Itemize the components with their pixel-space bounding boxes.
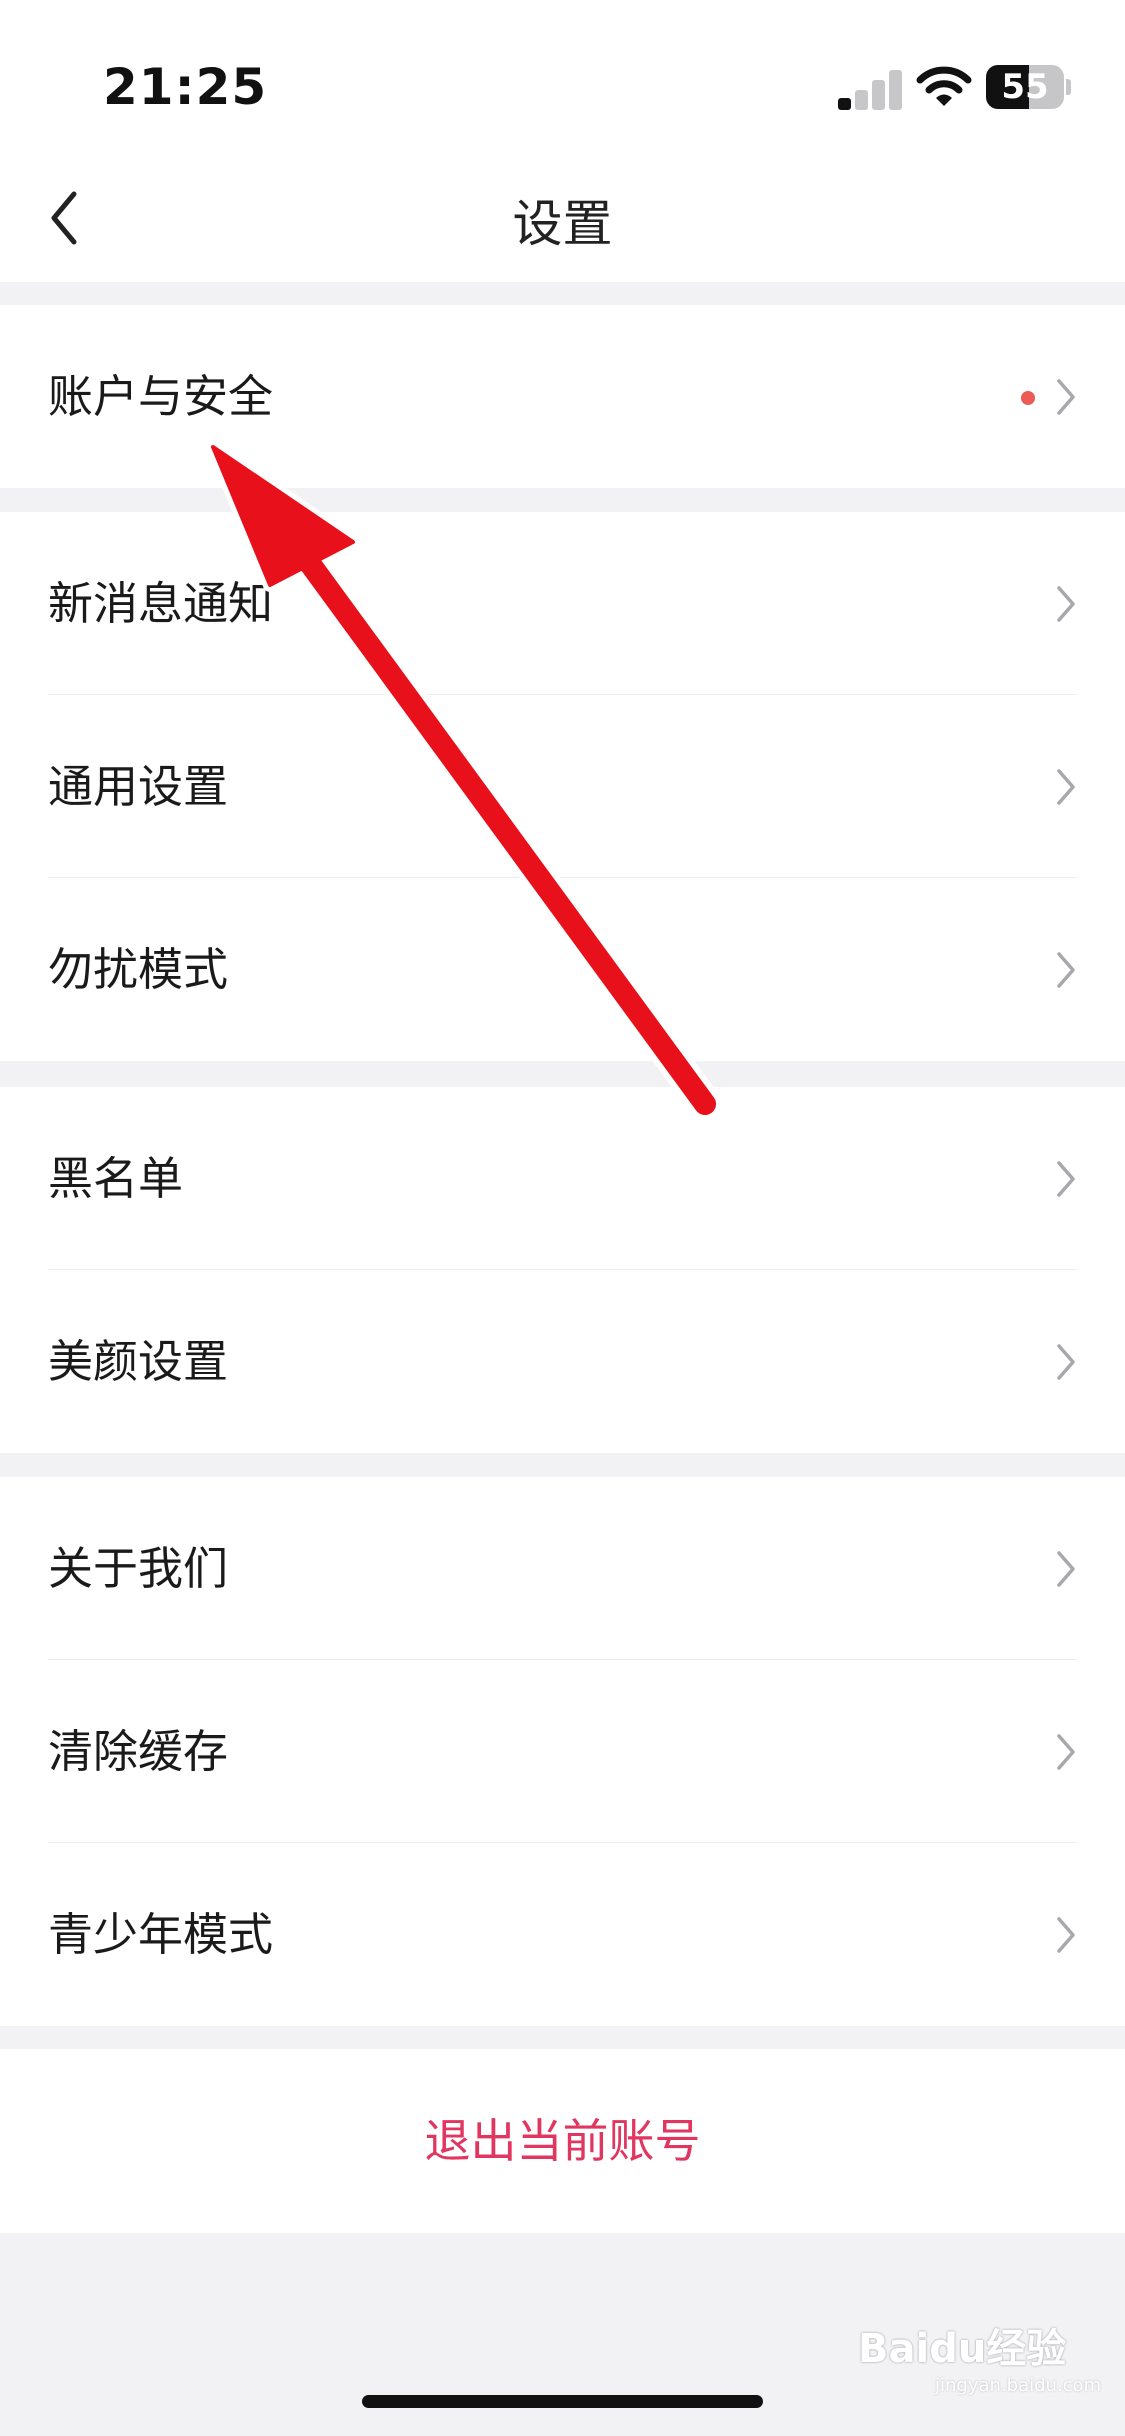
home-indicator[interactable] — [362, 2395, 763, 2408]
settings-item-label: 勿扰模式 — [48, 943, 229, 996]
settings-item-beauty-settings[interactable]: 美颜设置 — [0, 1270, 1125, 1453]
chevron-right-icon — [1057, 1161, 1075, 1197]
chevron-right-icon — [1057, 1917, 1075, 1953]
battery-icon: 55 — [986, 65, 1064, 109]
settings-item-label: 清除缓存 — [48, 1725, 229, 1778]
chevron-right-icon — [1057, 769, 1075, 805]
settings-group-about: 关于我们 清除缓存 青少年模式 — [0, 1477, 1125, 2026]
settings-item-teen-mode[interactable]: 青少年模式 — [0, 1843, 1125, 2026]
settings-item-label: 黑名单 — [48, 1152, 184, 1205]
notification-dot — [1021, 391, 1035, 405]
settings-item-general-settings[interactable]: 通用设置 — [0, 695, 1125, 878]
settings-item-about-us[interactable]: 关于我们 — [0, 1477, 1125, 1660]
chevron-right-icon — [1057, 952, 1075, 988]
status-time: 21:25 — [103, 58, 268, 116]
baidu-watermark: Baidu经验 — [858, 2326, 1067, 2372]
chevron-right-icon — [1057, 1551, 1075, 1587]
settings-item-account-security[interactable]: 账户与安全 — [0, 305, 1125, 488]
settings-item-blacklist[interactable]: 黑名单 — [0, 1087, 1125, 1270]
page-title: 设置 — [512, 195, 613, 253]
settings-item-label: 青少年模式 — [48, 1908, 274, 1961]
chevron-right-icon — [1057, 586, 1075, 622]
battery-level: 55 — [1001, 67, 1049, 107]
chevron-right-icon — [1057, 379, 1075, 415]
chevron-right-icon — [1057, 1734, 1075, 1770]
settings-item-label: 新消息通知 — [48, 577, 274, 630]
wifi-icon — [916, 66, 972, 106]
settings-item-label: 关于我们 — [48, 1542, 229, 1595]
settings-item-do-not-disturb[interactable]: 勿扰模式 — [0, 878, 1125, 1061]
settings-item-clear-cache[interactable]: 清除缓存 — [0, 1660, 1125, 1843]
cellular-signal-icon — [838, 68, 902, 110]
logout-label: 退出当前账号 — [424, 2114, 701, 2168]
settings-item-label: 账户与安全 — [48, 370, 274, 423]
baidu-watermark-url: jingyan.baidu.com — [935, 2375, 1102, 2396]
settings-item-label: 美颜设置 — [48, 1335, 229, 1388]
settings-group-privacy: 黑名单 美颜设置 — [0, 1087, 1125, 1453]
chevron-right-icon — [1057, 1344, 1075, 1380]
settings-group-general: 新消息通知 通用设置 勿扰模式 — [0, 512, 1125, 1061]
settings-item-new-message-notification[interactable]: 新消息通知 — [0, 512, 1125, 695]
battery-cap — [1066, 79, 1071, 95]
settings-group-account: 账户与安全 — [0, 305, 1125, 488]
settings-item-label: 通用设置 — [48, 760, 229, 813]
logout-button[interactable]: 退出当前账号 — [0, 2049, 1125, 2233]
top-bar: 21:25 55 设置 — [0, 0, 1125, 282]
